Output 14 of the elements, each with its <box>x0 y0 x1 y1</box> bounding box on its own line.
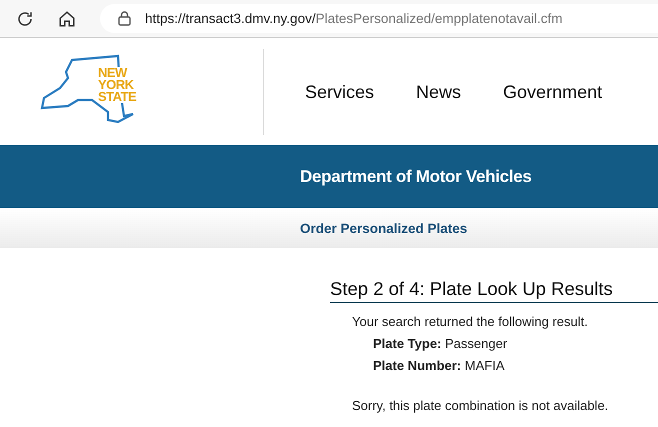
result-field: Plate Type: Passenger <box>352 336 658 351</box>
unavailable-message: Sorry, this plate combination is not available. <box>352 398 610 413</box>
result-field: Plate Number: MAFIA <box>352 358 658 373</box>
banner-title: Department of Motor Vehicles <box>300 166 532 186</box>
step-heading: Step 2 of 4: Plate Look Up Results <box>330 278 658 303</box>
nav-link[interactable]: Government <box>503 82 602 103</box>
address-bar[interactable]: https://transact3.dmv.ny.gov/PlatesPersonalized/empplatenotavail.cfm <box>100 4 658 33</box>
subnav-link[interactable]: Order Personalized Plates <box>300 220 468 236</box>
url-host: https://transact3.dmv.ny.gov/ <box>145 11 316 26</box>
logo-text: NEW YORK STATE <box>98 66 136 102</box>
intro-text: Your search returned the following result. <box>352 314 589 329</box>
nav-link[interactable]: Services <box>305 82 374 103</box>
url-path: PlatesPersonalized/empplatenotavail.cfm <box>316 11 562 26</box>
nav-link[interactable]: News <box>416 82 462 103</box>
